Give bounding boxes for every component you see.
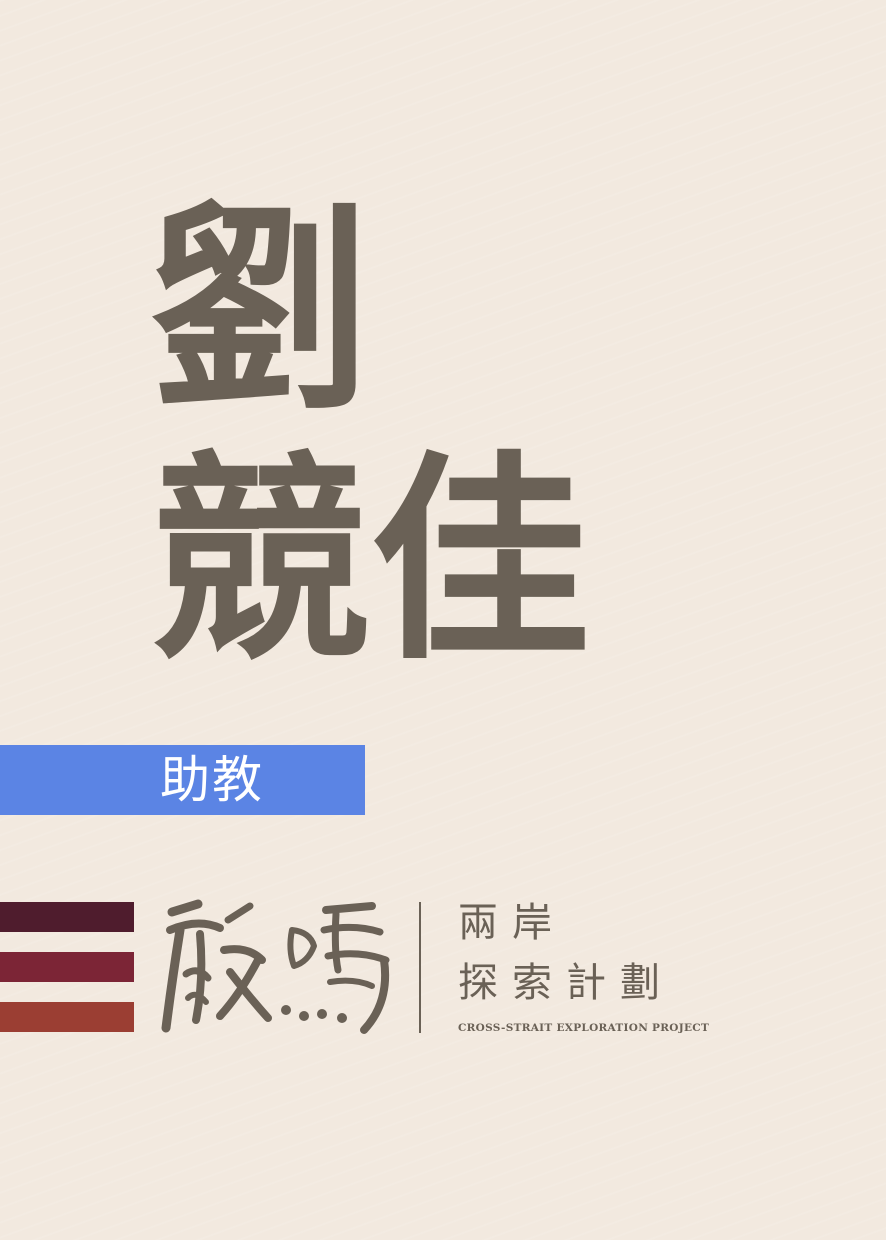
brand-stripe-top [0, 902, 134, 932]
brand-stripe-bottom [0, 1002, 134, 1032]
logo-text-line-2: 探索計劃 [458, 960, 674, 1006]
calligraphy-logo [161, 899, 390, 1034]
logo-divider [419, 902, 421, 1033]
person-name-line-1: 劉 [150, 180, 371, 439]
logo-english-subtitle: CROSS-STRAIT EXPLORATION PROJECT [458, 1022, 710, 1034]
role-label: 助教 [160, 751, 264, 809]
person-name-line-2: 競佳 [150, 430, 591, 689]
logo-text-line-1: 兩岸 [458, 900, 566, 946]
brand-stripe-middle [0, 952, 134, 982]
